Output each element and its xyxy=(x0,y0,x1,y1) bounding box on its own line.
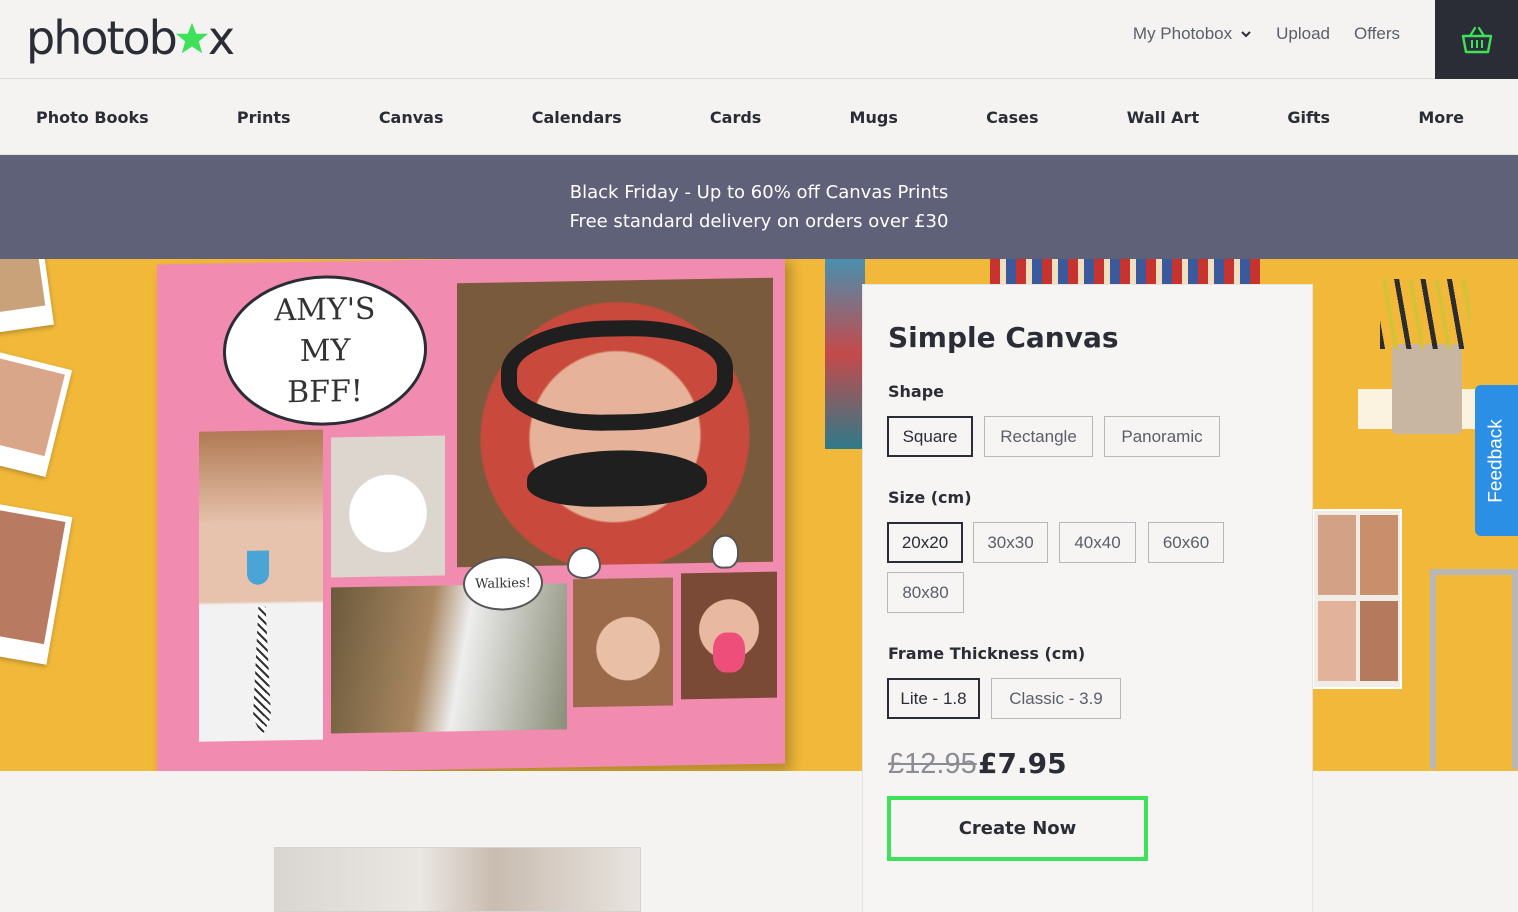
nav-photo-books[interactable]: Photo Books xyxy=(36,108,149,127)
photo-girl-pink xyxy=(681,571,777,700)
offers-link[interactable]: Offers xyxy=(1354,24,1400,44)
polaroid-photo xyxy=(0,259,54,333)
basket-button[interactable] xyxy=(1435,0,1518,79)
chair xyxy=(1430,569,1518,769)
logo-text-left: photob xyxy=(26,11,178,65)
top-header: photob x My Photobox Upload Offers xyxy=(0,0,1518,79)
shape-label: Shape xyxy=(888,382,945,401)
pencil-pot xyxy=(1392,344,1462,434)
price-original: £12.95 xyxy=(888,748,977,780)
frame-thickness-label: Frame Thickness (cm) xyxy=(888,644,1086,663)
create-now-label: Create Now xyxy=(958,818,1077,839)
main-nav: Photo Books Prints Canvas Calendars Card… xyxy=(0,80,1518,155)
size-option-40x40[interactable]: 40x40 xyxy=(1059,522,1136,563)
promo-line-1: Black Friday - Up to 60% off Canvas Prin… xyxy=(569,182,949,203)
promo-banner[interactable]: Black Friday - Up to 60% off Canvas Prin… xyxy=(0,155,1518,259)
nav-calendars[interactable]: Calendars xyxy=(532,108,622,127)
mustache-graphic xyxy=(527,448,707,509)
shape-option-square[interactable]: Square xyxy=(887,416,973,457)
shape-option-panoramic[interactable]: Panoramic xyxy=(1104,416,1220,457)
size-option-60x60[interactable]: 60x60 xyxy=(1148,522,1224,563)
nav-wall-art[interactable]: Wall Art xyxy=(1127,108,1199,127)
feedback-tab[interactable]: Feedback xyxy=(1475,385,1518,536)
size-option-30x30[interactable]: 30x30 xyxy=(973,522,1048,563)
my-photobox-link[interactable]: My Photobox xyxy=(1133,24,1252,44)
top-links: My Photobox Upload Offers xyxy=(1133,24,1400,44)
canvas-collage: AMY'S MY BFF! Walkies! xyxy=(157,259,785,771)
price-sale: £7.95 xyxy=(978,747,1067,780)
photo-white-dog xyxy=(331,435,445,578)
nav-canvas[interactable]: Canvas xyxy=(379,108,444,127)
photo-girl-bunny xyxy=(573,577,673,708)
photo-goggles-girl xyxy=(457,277,773,568)
upload-link[interactable]: Upload xyxy=(1276,24,1330,44)
polaroid-photo xyxy=(0,503,73,665)
product-thumbnail[interactable] xyxy=(274,847,641,912)
feedback-label: Feedback xyxy=(1485,418,1507,503)
nav-gifts[interactable]: Gifts xyxy=(1287,108,1330,127)
wall-photo xyxy=(990,259,1260,285)
size-option-80x80[interactable]: 80x80 xyxy=(887,572,964,613)
product-panel: Simple Canvas Shape Square Rectangle Pan… xyxy=(863,285,1312,912)
photo-girl-dog xyxy=(331,583,567,734)
nav-prints[interactable]: Prints xyxy=(237,108,291,127)
pencils xyxy=(1380,279,1470,349)
frame-option-classic[interactable]: Classic - 3.9 xyxy=(991,678,1121,719)
photobox-logo[interactable]: photob x xyxy=(26,8,235,68)
create-now-button[interactable]: Create Now xyxy=(887,796,1148,861)
nav-mugs[interactable]: Mugs xyxy=(850,108,898,127)
product-title: Simple Canvas xyxy=(888,321,1119,354)
photo-girl-tongue xyxy=(199,429,323,742)
logo-text-right: x xyxy=(207,11,235,65)
speech-bubble: AMY'S MY BFF! xyxy=(223,273,427,428)
wall-photo xyxy=(825,259,865,449)
heart-graphic xyxy=(567,546,601,580)
wall-photo xyxy=(1312,509,1402,689)
nav-more[interactable]: More xyxy=(1418,108,1464,127)
size-label: Size (cm) xyxy=(888,488,972,507)
size-option-20x20[interactable]: 20x20 xyxy=(887,522,963,563)
frame-option-lite[interactable]: Lite - 1.8 xyxy=(887,678,980,719)
nav-cases[interactable]: Cases xyxy=(986,108,1038,127)
promo-line-2: Free standard delivery on orders over £3… xyxy=(569,211,949,232)
basket-icon xyxy=(1461,26,1492,53)
lightbulb-graphic xyxy=(711,534,739,569)
polaroid-photo xyxy=(0,350,73,478)
nav-cards[interactable]: Cards xyxy=(710,108,761,127)
goggles-graphic xyxy=(501,318,733,433)
my-photobox-label: My Photobox xyxy=(1132,24,1233,43)
chevron-down-icon xyxy=(1241,31,1251,38)
walkies-text: Walkies! xyxy=(475,575,531,592)
shape-option-rectangle[interactable]: Rectangle xyxy=(984,416,1093,457)
star-icon xyxy=(175,22,209,54)
